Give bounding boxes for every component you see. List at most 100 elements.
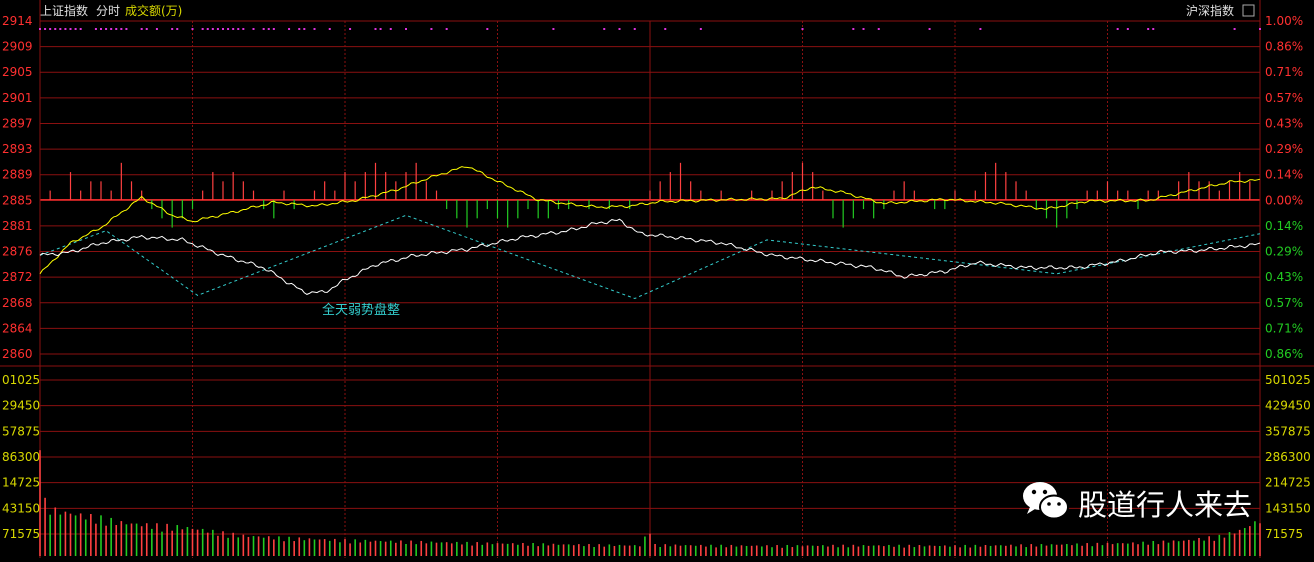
event-dot <box>1259 28 1261 30</box>
wechat-icon <box>1023 482 1069 520</box>
volume-tick-right: 357875 <box>1265 424 1311 438</box>
volume-tick-left: 14725 <box>2 476 40 490</box>
event-dot <box>171 28 174 30</box>
volume-tick-left: 57875 <box>2 424 40 438</box>
percent-tick-right: 0.86% <box>1265 40 1303 54</box>
event-dot <box>191 28 194 30</box>
event-dot <box>430 28 433 30</box>
watermark: 股道行人来去 <box>1018 476 1288 526</box>
percent-tick-right: 0.57% <box>1265 91 1303 105</box>
mode-label[interactable]: 分时 <box>96 4 120 18</box>
event-dot <box>211 28 214 30</box>
price-tick-left: 2909 <box>2 40 33 54</box>
percent-tick-right: 0.29% <box>1265 245 1303 259</box>
event-dot <box>979 28 982 30</box>
price-tick-left: 2885 <box>2 193 33 207</box>
price-tick-left: 2914 <box>2 14 33 28</box>
event-dot <box>303 28 306 30</box>
compare-checkbox[interactable] <box>1242 4 1255 17</box>
event-dot <box>237 28 240 30</box>
event-dot <box>801 28 804 30</box>
volume-tick-left: 29450 <box>2 399 40 413</box>
event-dot <box>216 28 219 30</box>
event-dot <box>374 28 377 30</box>
event-dot <box>389 28 392 30</box>
event-dot <box>298 28 301 30</box>
price-tick-left: 2897 <box>2 116 33 130</box>
event-dot <box>862 28 865 30</box>
event-dot <box>100 28 102 30</box>
volume-tick-right: 286300 <box>1265 450 1311 464</box>
event-dot <box>94 28 97 30</box>
event-dot <box>79 28 82 30</box>
annotation-text: 全天弱势盘整 <box>322 302 400 318</box>
event-dot <box>201 28 204 30</box>
event-dot <box>928 28 931 30</box>
price-tick-left: 2893 <box>2 142 33 156</box>
event-dot <box>69 28 72 30</box>
event-dot <box>288 28 291 30</box>
event-dot <box>379 28 382 30</box>
percent-tick-right: 0.71% <box>1265 65 1303 79</box>
event-dot <box>349 28 352 30</box>
price-tick-left: 2868 <box>2 296 33 310</box>
event-dot <box>486 28 489 30</box>
event-dot <box>633 28 636 30</box>
percent-tick-right: 0.00% <box>1265 193 1303 207</box>
event-dot <box>877 28 880 30</box>
event-dot <box>603 28 606 30</box>
event-dot <box>110 28 113 30</box>
event-dot <box>552 28 555 30</box>
event-dot <box>272 28 275 30</box>
volume-tick-left: 71575 <box>2 527 40 541</box>
price-tick-left: 2889 <box>2 168 33 182</box>
event-dot <box>405 28 407 30</box>
event-dot <box>140 28 143 30</box>
price-tick-left: 2901 <box>2 91 33 105</box>
volume-tick-left: 43150 <box>2 501 40 515</box>
volume-tick-right: 429450 <box>1265 399 1311 413</box>
event-dot <box>1233 28 1236 30</box>
event-dot <box>328 28 331 30</box>
event-dot <box>145 28 148 30</box>
event-dot <box>176 28 179 30</box>
price-tick-left: 2905 <box>2 65 33 79</box>
event-dot <box>49 28 52 30</box>
watermark-text: 股道行人来去 <box>1078 488 1253 522</box>
event-dot <box>1147 28 1150 30</box>
event-dot <box>64 28 67 30</box>
event-dot <box>39 28 41 30</box>
intraday-chart[interactable]: 2914 2909 2905 2901 2897 2893 2889 2885 2881 2876… <box>0 0 1314 558</box>
event-dot <box>664 28 667 30</box>
event-dot <box>44 28 47 30</box>
event-dot <box>222 28 224 30</box>
price-tick-left: 2881 <box>2 219 33 233</box>
event-dot <box>618 28 621 30</box>
index-name[interactable]: 上证指数 <box>40 3 88 18</box>
event-dot <box>125 28 128 30</box>
event-dot <box>227 28 230 30</box>
compare-label: 沪深指数 <box>1186 3 1234 18</box>
percent-tick-right: 0.14% <box>1265 219 1303 233</box>
event-dot <box>155 28 158 30</box>
event-dot <box>262 28 265 30</box>
volume-tick-right: 501025 <box>1265 373 1311 387</box>
event-dot <box>206 28 209 30</box>
percent-tick-right: 0.43% <box>1265 270 1303 284</box>
event-dot <box>54 28 57 30</box>
event-dot <box>1152 28 1155 30</box>
percent-tick-right: 1.00% <box>1265 14 1303 28</box>
percent-tick-right: 0.86% <box>1265 347 1303 361</box>
event-dot <box>313 28 316 30</box>
event-dot <box>242 28 245 30</box>
event-dot <box>267 28 270 30</box>
percent-tick-right: 0.29% <box>1265 142 1303 156</box>
chart-background <box>0 0 1314 558</box>
price-tick-left: 2864 <box>2 321 33 335</box>
event-dot <box>115 28 118 30</box>
event-dot <box>105 28 108 30</box>
percent-tick-right: 0.71% <box>1265 321 1303 335</box>
percent-tick-right: 0.14% <box>1265 168 1303 182</box>
event-dot <box>74 28 77 30</box>
volume-tick-right: 71575 <box>1265 527 1303 541</box>
